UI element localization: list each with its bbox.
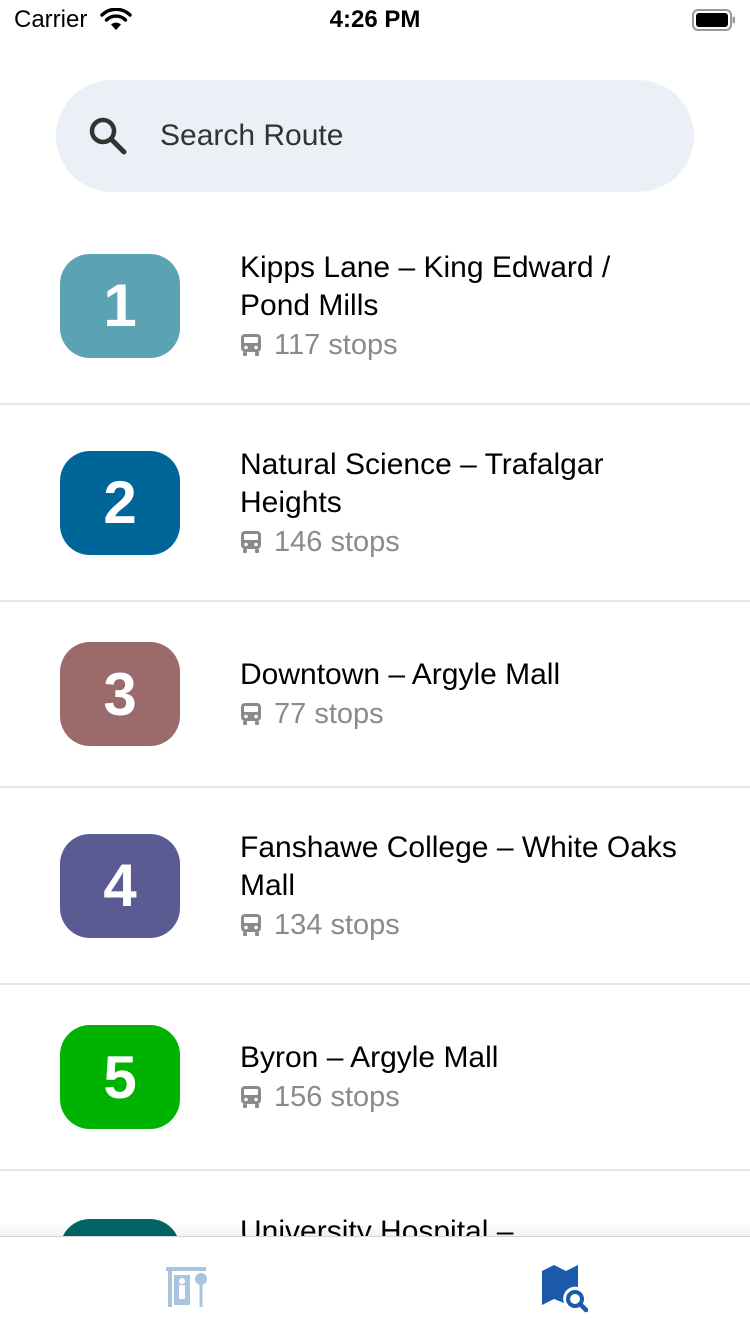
route-number: 3 [103,660,137,728]
search-icon [89,117,127,155]
map-search-icon[interactable] [540,1263,588,1313]
route-info: Natural Science – Trafalgar Heights 146 … [240,446,680,560]
route-info: Downtown – Argyle Mall 77 stops [240,656,680,732]
status-time: 4:26 PM [329,6,421,33]
route-stops-count: 146 stops [274,525,400,558]
route-number: 4 [103,852,137,919]
bus-stop-icon[interactable] [164,1263,212,1311]
route-stops: 134 stops [240,907,680,943]
route-info: Fanshawe College – White Oaks Mall 134 s… [240,829,680,943]
route-number: 2 [103,469,137,536]
route-number: 1 [103,272,137,339]
bus-icon [241,913,261,936]
route-row[interactable]: 2 Natural Science – Trafalgar Heights 14… [0,405,750,602]
bus-icon [241,1086,261,1108]
route-name: Natural Science – Trafalgar Heights [240,447,604,519]
route-badge: 2 [60,450,180,555]
route-stops-count: 156 stops [274,1081,400,1113]
route-stops: 156 stops [240,1079,680,1115]
status-bar: Carrier 4:26 PM [0,0,750,40]
bus-icon [241,333,261,356]
bus-icon [241,530,261,553]
route-stops-count: 134 stops [274,908,400,941]
route-row[interactable]: 4 Fanshawe College – White Oaks Mall 134… [0,788,750,985]
bus-icon [241,703,261,725]
route-stops-count: 117 stops [274,328,398,361]
route-badge: 4 [60,833,180,938]
route-info: Byron – Argyle Mall 156 stops [240,1039,680,1115]
route-stops-count: 77 stops [274,698,384,730]
route-info: Kipps Lane – King Edward / Pond Mills 11… [240,249,680,363]
route-row[interactable]: 5 Byron – Argyle Mall 156 stops [0,985,750,1171]
route-stops: 117 stops [240,327,680,363]
route-row[interactable]: 1 Kipps Lane – King Edward / Pond Mills … [0,208,750,405]
route-stops: 146 stops [240,524,680,560]
route-badge: 5 [60,1025,180,1129]
route-row[interactable]: 3 Downtown – Argyle Mall 77 stops [0,602,750,788]
route-name: Byron – Argyle Mall [240,1041,499,1074]
route-list[interactable]: 1 Kipps Lane – King Edward / Pond Mills … [0,208,750,1236]
tab-bar [0,1223,750,1334]
route-stops: 77 stops [240,696,680,732]
route-name: Downtown – Argyle Mall [240,658,561,691]
route-badge: 1 [60,253,180,358]
route-name: Fanshawe College – White Oaks Mall [240,830,677,902]
search-input[interactable] [160,108,660,164]
battery-icon [692,9,735,31]
route-name: Kipps Lane – King Edward / Pond Mills [240,250,611,322]
route-badge: 3 [60,642,180,746]
route-number: 5 [103,1043,137,1111]
